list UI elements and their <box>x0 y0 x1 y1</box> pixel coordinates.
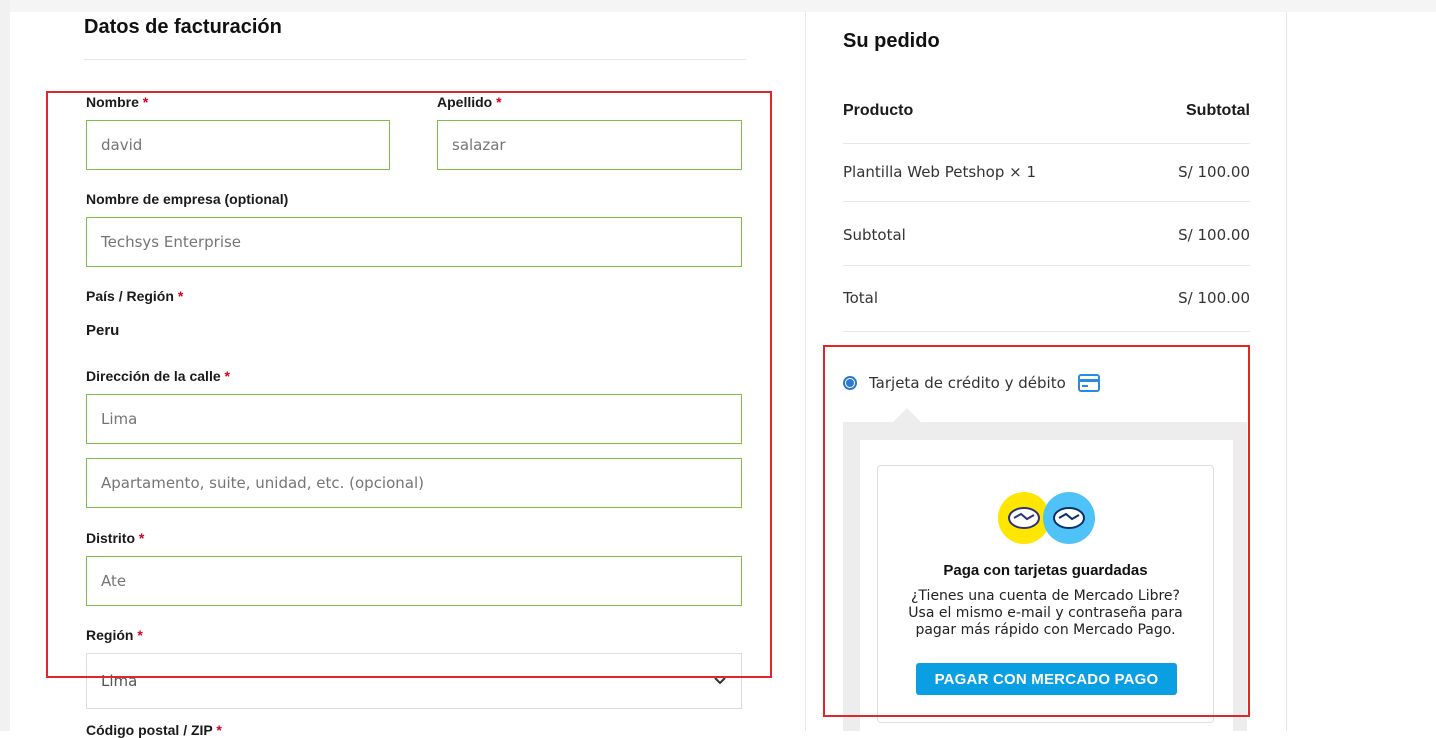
order-total-value: S/ 100.00 <box>1178 289 1250 307</box>
first-name-input[interactable]: david <box>86 120 390 170</box>
company-label: Nombre de empresa (optional) <box>86 191 289 207</box>
required-mark: * <box>224 368 230 384</box>
payment-method-option[interactable]: Tarjeta de crédito y débito <box>843 374 1100 392</box>
first-name-label: Nombre * <box>86 94 148 110</box>
street-label: Dirección de la calle * <box>86 368 230 384</box>
mercado-pago-description: ¿Tienes una cuenta de Mercado Libre? Usa… <box>877 588 1214 639</box>
company-value: Techsys Enterprise <box>101 233 242 251</box>
district-label-text: Distrito <box>86 530 135 546</box>
last-name-label-text: Apellido <box>437 94 493 110</box>
company-input[interactable]: Techsys Enterprise <box>86 217 742 267</box>
order-item-name: Plantilla Web Petshop × 1 <box>843 163 1037 181</box>
credit-card-icon <box>1077 374 1100 392</box>
order-total-label: Total <box>843 289 879 307</box>
required-mark: * <box>216 722 222 738</box>
required-mark: * <box>142 94 149 110</box>
payment-method-label: Tarjeta de crédito y débito <box>869 374 1066 392</box>
mercado-pago-text-line: pagar más rápido con Mercado Pago. <box>915 622 1176 638</box>
street-line2-placeholder: Apartamento, suite, unidad, etc. (opcion… <box>101 474 424 492</box>
region-select[interactable]: Lima <box>86 653 742 709</box>
street-label-text: Dirección de la calle <box>86 368 221 384</box>
order-subtotal-row: Subtotal S/ 100.00 <box>843 226 1250 244</box>
order-subtotal-label: Subtotal <box>843 226 906 244</box>
page-left-rail <box>0 0 10 731</box>
region-selected-value: Lima <box>101 672 138 690</box>
order-item-amount: S/ 100.00 <box>1178 163 1250 181</box>
district-value: Ate <box>101 572 127 590</box>
order-divider <box>843 201 1250 202</box>
mercado-libre-logo-icon <box>998 492 1050 544</box>
order-item-row: Plantilla Web Petshop × 1 S/ 100.00 <box>843 163 1250 181</box>
order-col-subtotal: Subtotal <box>1186 102 1250 119</box>
first-name-value: david <box>101 136 143 154</box>
order-title: Su pedido <box>843 30 940 52</box>
order-subtotal-value: S/ 100.00 <box>1178 226 1250 244</box>
required-mark: * <box>496 94 502 110</box>
order-divider <box>843 143 1250 144</box>
column-divider <box>805 12 806 731</box>
region-label: Región * <box>86 627 143 643</box>
country-value: Peru <box>86 322 120 339</box>
mercado-pago-logos <box>998 492 1095 544</box>
last-name-input[interactable]: salazar <box>437 120 742 170</box>
order-divider <box>843 331 1250 332</box>
billing-title: Datos de facturación <box>84 16 282 38</box>
district-input[interactable]: Ate <box>86 556 742 606</box>
region-label-text: Región <box>86 627 134 643</box>
postcode-label-text: Código postal / ZIP <box>86 722 213 738</box>
mercado-pago-logo-icon <box>1043 492 1095 544</box>
chevron-down-icon <box>714 677 726 685</box>
pay-with-mercado-pago-button[interactable]: PAGAR CON MERCADO PAGO <box>916 663 1177 695</box>
district-label: Distrito * <box>86 530 144 546</box>
street-value: Lima <box>101 410 138 428</box>
order-total-row: Total S/ 100.00 <box>843 289 1250 307</box>
payment-panel-arrow <box>893 408 921 422</box>
column-divider-right <box>1286 12 1287 731</box>
street-input[interactable]: Lima <box>86 394 742 444</box>
first-name-label-text: Nombre <box>86 94 139 110</box>
country-label: País / Región * <box>86 288 183 304</box>
last-name-value: salazar <box>452 136 506 154</box>
order-divider <box>843 265 1250 266</box>
postcode-label: Código postal / ZIP * <box>86 722 222 738</box>
required-mark: * <box>138 530 145 546</box>
last-name-label: Apellido * <box>437 94 502 110</box>
mercado-pago-text-line: Usa el mismo e-mail y contraseña para <box>908 605 1183 621</box>
order-header-row: Producto Subtotal <box>843 102 1250 120</box>
payment-method-radio[interactable] <box>843 376 857 390</box>
billing-divider <box>84 59 746 60</box>
required-mark: * <box>137 627 143 643</box>
street-line2-input[interactable]: Apartamento, suite, unidad, etc. (opcion… <box>86 458 742 508</box>
mercado-pago-heading: Paga con tarjetas guardadas <box>943 562 1148 579</box>
required-mark: * <box>177 288 184 304</box>
order-col-product: Producto <box>843 102 914 119</box>
radio-selected-dot <box>846 379 854 387</box>
mercado-pago-text-line: ¿Tienes una cuenta de Mercado Libre? <box>911 588 1180 604</box>
country-label-text: País / Región <box>86 288 174 304</box>
page-top-strip <box>10 0 1436 12</box>
